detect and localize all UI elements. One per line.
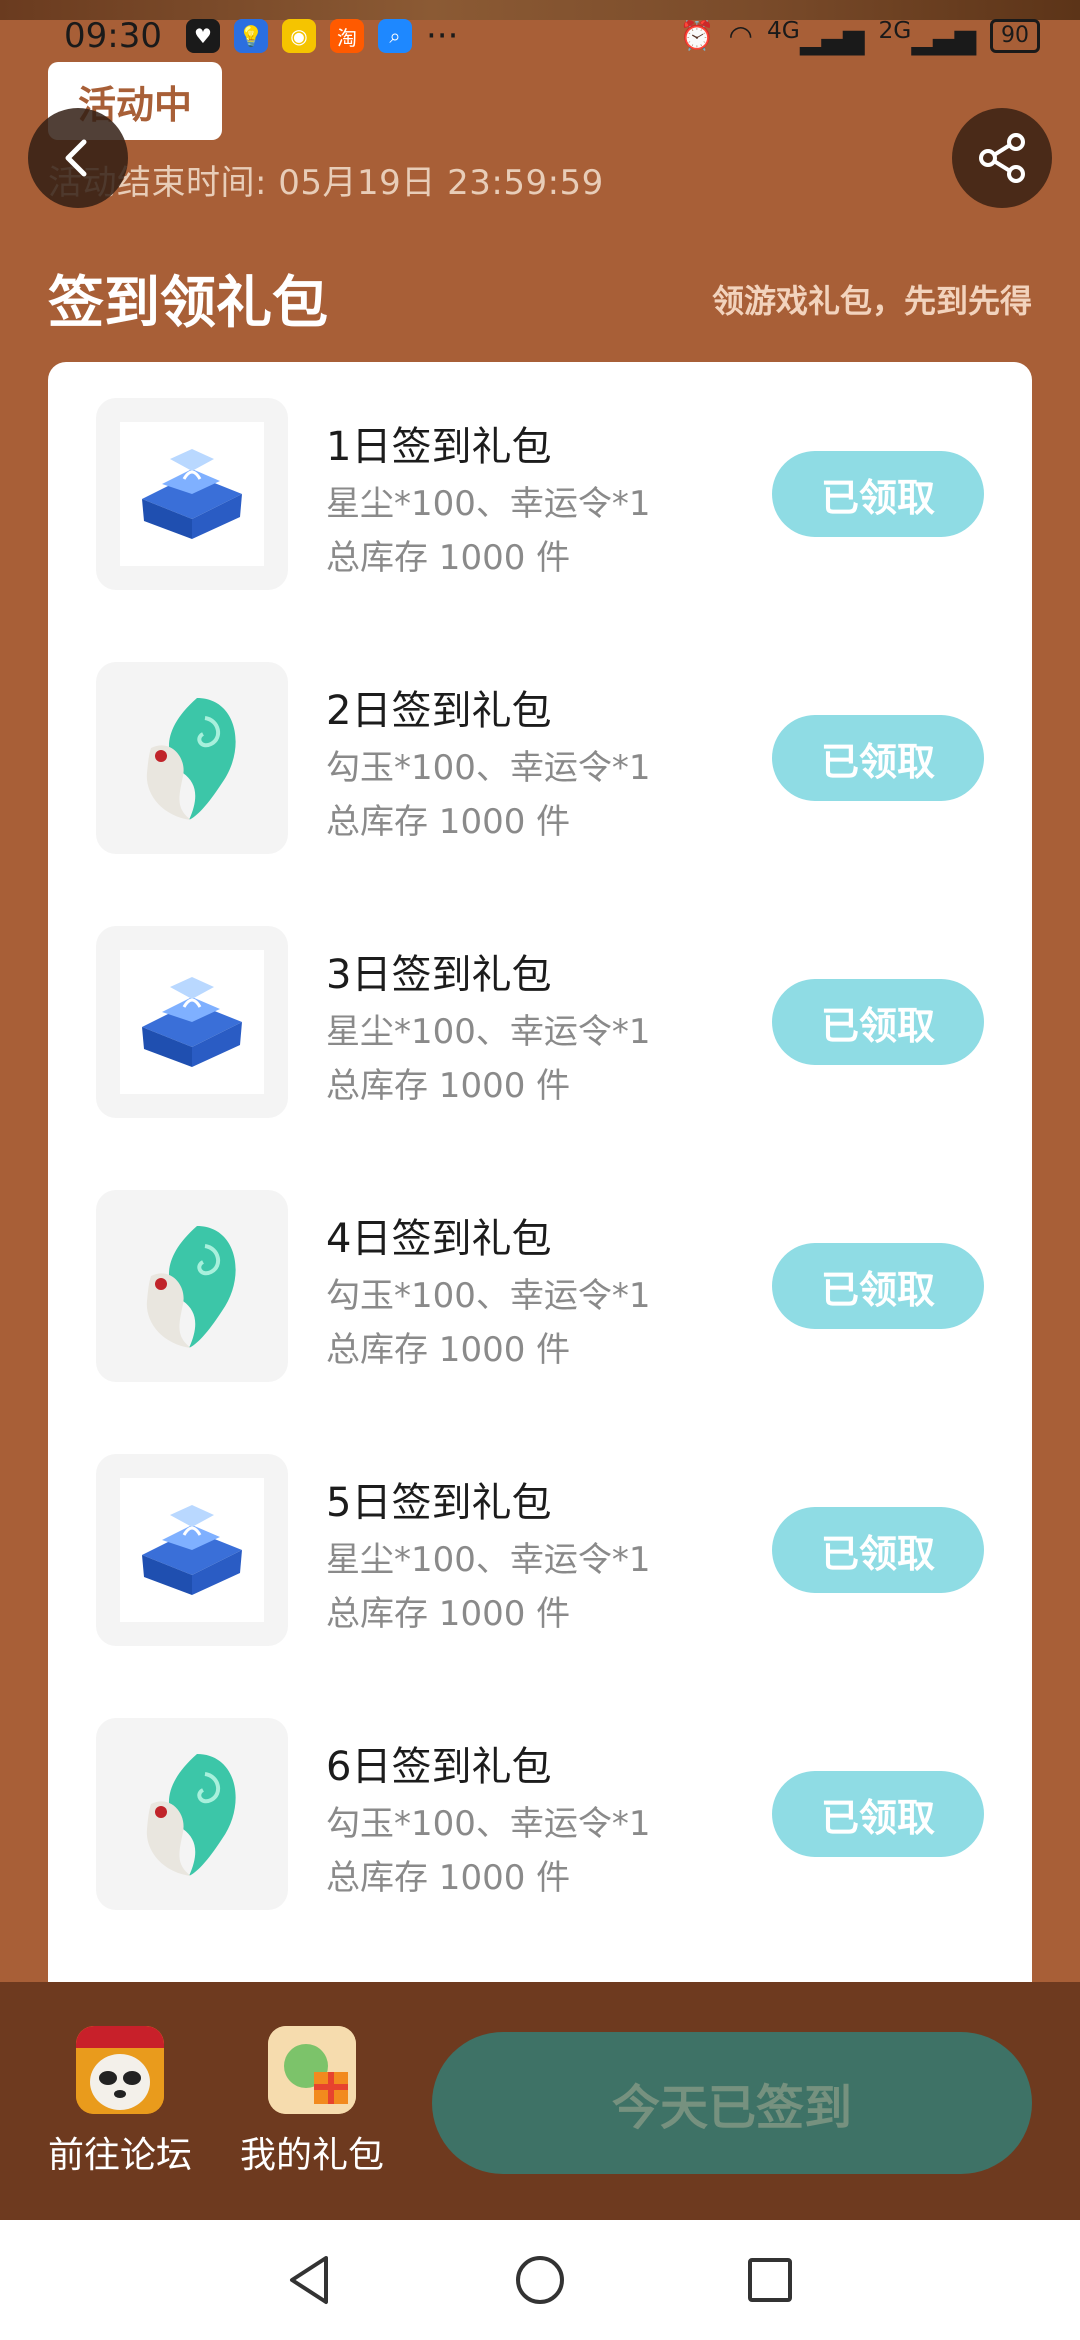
bottom-action-bar: 前往论坛 我的礼包 今天已签到: [0, 1982, 1080, 2220]
chevron-left-icon: [65, 139, 87, 177]
gift-card: 1日签到礼包 星尘*100、幸运令*1 总库存 1000 件 已领取 2日签到礼…: [48, 362, 1032, 1982]
claimed-button[interactable]: 已领取: [772, 451, 984, 537]
checked-in-today-button[interactable]: 今天已签到: [432, 2032, 1032, 2174]
section-subtitle: 领游戏礼包，先到先得: [711, 282, 1032, 320]
weibo-icon: ◉: [281, 19, 316, 53]
gift-name: 2日签到礼包: [326, 688, 552, 734]
gift-name: 6日签到礼包: [326, 1744, 552, 1790]
gift-name: 4日签到礼包: [326, 1216, 552, 1262]
gift-stock: 总库存 1000 件: [326, 1330, 571, 1370]
gift-stock: 总库存 1000 件: [326, 538, 571, 578]
gift-item: 2日签到礼包 勾玉*100、幸运令*1 总库存 1000 件 已领取: [48, 626, 1032, 890]
heart-icon: ♥: [185, 19, 220, 53]
status-time: 09:30: [64, 16, 162, 56]
forum-shortcut[interactable]: 前往论坛: [30, 2026, 210, 2178]
gift-name: 5日签到礼包: [326, 1480, 552, 1526]
section-title: 签到领礼包: [48, 271, 328, 336]
gift-thumbnail: [96, 662, 288, 854]
system-navigation-bar: [0, 2220, 1080, 2340]
gift-stock: 总库存 1000 件: [326, 1066, 571, 1106]
lightbulb-icon: 💡: [233, 19, 268, 53]
claimed-button[interactable]: 已领取: [772, 715, 984, 801]
gift-thumbnail: [96, 398, 288, 590]
gift-item: 3日签到礼包 星尘*100、幸运令*1 总库存 1000 件 已领取: [48, 890, 1032, 1154]
signal-2g: 2G▂▄▆: [878, 16, 976, 56]
gift-thumbnail: [96, 926, 288, 1118]
my-gifts-shortcut[interactable]: 我的礼包: [222, 2026, 402, 2178]
square-recents-icon: [748, 2258, 792, 2302]
forum-label: 前往论坛: [47, 2135, 192, 2176]
taobao-icon: 淘: [329, 19, 364, 53]
more-notifications: ···: [425, 16, 459, 56]
battery-indicator: 90: [990, 18, 1040, 53]
back-button[interactable]: [28, 108, 128, 208]
magatama-icon: [146, 1754, 236, 1876]
gift-stock: 总库存 1000 件: [326, 1858, 571, 1898]
gift-contents: 星尘*100、幸运令*1: [326, 1012, 651, 1052]
magatama-icon: [146, 698, 236, 820]
gift-contents: 星尘*100、幸运令*1: [326, 1540, 651, 1580]
gift-box-icon: [268, 2026, 356, 2114]
claimed-button[interactable]: 已领取: [772, 1243, 984, 1329]
alarm-icon: ⏰: [679, 19, 715, 53]
wifi-icon: ◠: [728, 19, 753, 53]
activity-end-time: 活动结束时间: 05月19日 23:59:59: [48, 163, 604, 203]
gift-contents: 星尘*100、幸运令*1: [326, 484, 651, 524]
gift-item: 1日签到礼包 星尘*100、幸运令*1 总库存 1000 件 已领取: [48, 362, 1032, 626]
my-gifts-label: 我的礼包: [239, 2135, 384, 2176]
claimed-button[interactable]: 已领取: [772, 1771, 984, 1857]
gift-contents: 勾玉*100、幸运令*1: [326, 1804, 651, 1844]
nav-home-button[interactable]: [508, 2248, 572, 2312]
treasure-chest-icon: [142, 449, 242, 539]
claimed-button[interactable]: 已领取: [772, 1507, 984, 1593]
claimed-button[interactable]: 已领取: [772, 979, 984, 1065]
nav-back-button[interactable]: [278, 2248, 342, 2312]
share-icon: [979, 133, 1025, 183]
share-button[interactable]: [952, 108, 1052, 208]
gift-thumbnail: [96, 1190, 288, 1382]
forum-game-icon: [76, 2026, 164, 2114]
gift-item: 4日签到礼包 勾玉*100、幸运令*1 总库存 1000 件 已领取: [48, 1154, 1032, 1418]
gift-contents: 勾玉*100、幸运令*1: [326, 1276, 651, 1316]
treasure-chest-icon: [142, 1505, 242, 1595]
gift-contents: 勾玉*100、幸运令*1: [326, 748, 651, 788]
magatama-icon: [146, 1226, 236, 1348]
circle-home-icon: [516, 2256, 564, 2304]
gift-item: 6日签到礼包 勾玉*100、幸运令*1 总库存 1000 件 已领取: [48, 1682, 1032, 1946]
triangle-back-icon: [290, 2256, 328, 2304]
gift-stock: 总库存 1000 件: [326, 1594, 571, 1634]
gift-item: 5日签到礼包 星尘*100、幸运令*1 总库存 1000 件 已领取: [48, 1418, 1032, 1682]
gift-thumbnail: [96, 1454, 288, 1646]
gift-list: 1日签到礼包 星尘*100、幸运令*1 总库存 1000 件 已领取 2日签到礼…: [48, 362, 1032, 1946]
gift-thumbnail: [96, 1718, 288, 1910]
gift-stock: 总库存 1000 件: [326, 802, 571, 842]
search-app-icon: ⌕: [377, 19, 412, 53]
gift-name: 3日签到礼包: [326, 952, 552, 998]
treasure-chest-icon: [142, 977, 242, 1067]
signal-4g: 4G▂▄▆: [766, 16, 865, 56]
nav-recents-button[interactable]: [738, 2248, 802, 2312]
gift-name: 1日签到礼包: [326, 424, 552, 470]
